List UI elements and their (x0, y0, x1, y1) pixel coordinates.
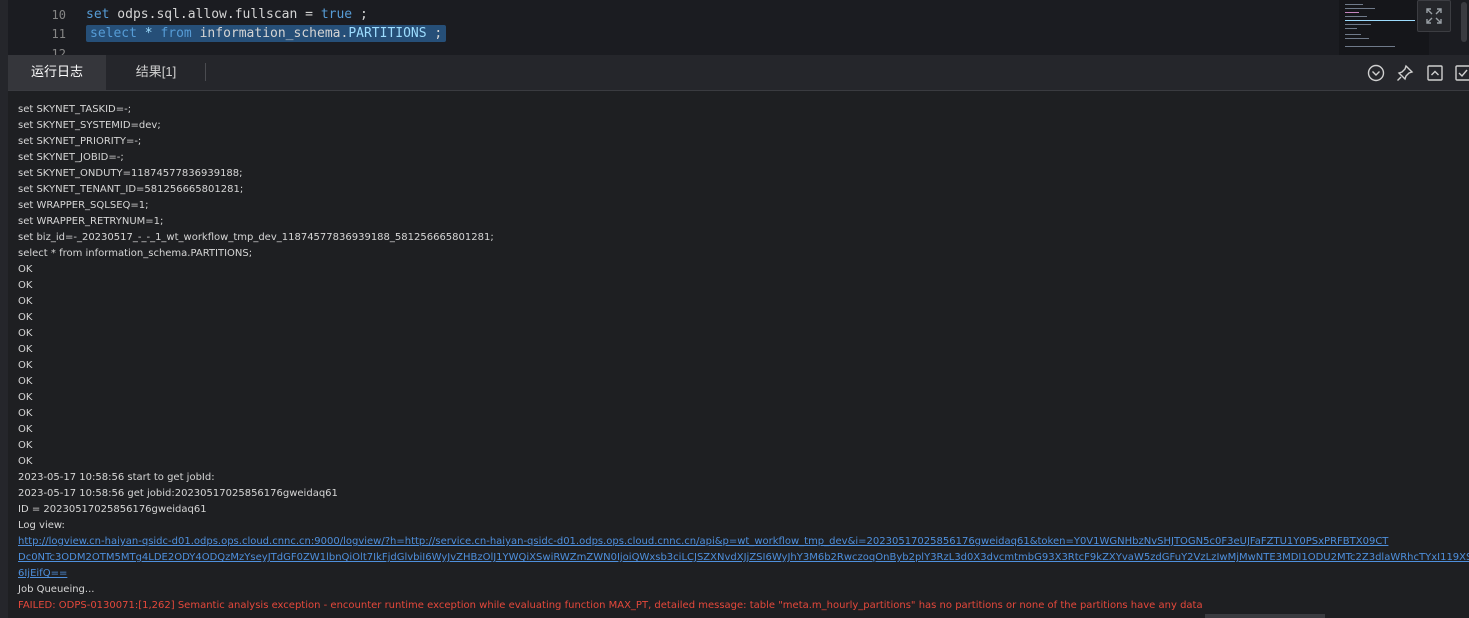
log-line: OK (18, 280, 33, 291)
log-horizontal-scrollbar[interactable] (1205, 614, 1325, 618)
log-line: set SKYNET_SYSTEMID=dev; (18, 120, 161, 131)
logview-link[interactable]: Dc0NTc3ODM2OTM5MTg4LDE2ODY4ODQzMzYseyJTd… (18, 550, 1469, 566)
log-line: set SKYNET_JOBID=-; (18, 152, 124, 163)
code-text-selected[interactable]: select * from information_schema.PARTITI… (86, 24, 447, 44)
dropdown-circle-icon[interactable] (1366, 63, 1386, 83)
editor-line-11[interactable]: 11 select * from information_schema.PART… (8, 24, 1469, 44)
check-box-icon[interactable] (1453, 63, 1469, 83)
line-number: 10 (51, 8, 66, 22)
log-line: ID = 20230517025856176gweidaq61 (18, 504, 207, 515)
tab-run-log[interactable]: 运行日志 (8, 55, 106, 90)
log-line: OK (18, 440, 33, 451)
log-line: set SKYNET_ONDUTY=11874577836939188; (18, 168, 243, 179)
log-line: Job Queueing... (18, 584, 95, 595)
run-log-panel[interactable]: set SKYNET_TASKID=-;set SKYNET_SYSTEMID=… (8, 92, 1469, 618)
logview-link[interactable]: http://logview.cn-haiyan-qsidc-d01.odps.… (18, 534, 1388, 550)
log-line: set WRAPPER_SQLSEQ=1; (18, 200, 149, 211)
log-line: set SKYNET_TENANT_ID=581256665801281; (18, 184, 244, 195)
line-number: 11 (51, 27, 66, 41)
logview-link[interactable]: 6IjEifQ== (18, 566, 67, 582)
fullscreen-icon (1426, 8, 1442, 24)
log-line: OK (18, 408, 33, 419)
editor-scrollbar[interactable] (1461, 2, 1467, 42)
log-line: set SKYNET_PRIORITY=-; (18, 136, 142, 147)
log-line: OK (18, 264, 33, 275)
left-gutter (0, 0, 8, 618)
log-line: set SKYNET_TASKID=-; (18, 104, 132, 115)
editor-line-12[interactable]: 12 (8, 44, 1469, 55)
fullscreen-button[interactable] (1417, 0, 1451, 32)
log-line: OK (18, 456, 33, 467)
log-line: 2023-05-17 10:58:56 get jobid:2023051702… (18, 488, 338, 499)
log-line: select * from information_schema.PARTITI… (18, 248, 253, 259)
editor-line-10[interactable]: 10 set odps.sql.allow.fullscan = true ; (8, 5, 1469, 25)
result-tabbar: 运行日志 结果[1] (8, 55, 1469, 91)
code-text[interactable]: set odps.sql.allow.fullscan = true ; (86, 5, 368, 25)
log-line: Log view: (18, 520, 65, 531)
error-message: FAILED: ODPS-0130071:[1,262] Semantic an… (18, 600, 1203, 611)
log-line: 2023-05-17 10:58:56 start to get jobId: (18, 472, 215, 483)
log-line: OK (18, 328, 33, 339)
log-line: set biz_id=-_20230517_-_-_1_wt_workflow_… (18, 232, 494, 243)
code-minimap[interactable] (1339, 0, 1429, 55)
log-line: set WRAPPER_RETRYNUM=1; (18, 216, 164, 227)
log-line: OK (18, 312, 33, 323)
sql-editor[interactable]: 10 set odps.sql.allow.fullscan = true ; … (8, 0, 1469, 55)
log-line: OK (18, 344, 33, 355)
tab-results[interactable]: 结果[1] (107, 55, 205, 90)
log-line: OK (18, 360, 33, 371)
log-line: OK (18, 392, 33, 403)
log-line: OK (18, 296, 33, 307)
collapse-up-icon[interactable] (1425, 63, 1445, 83)
log-line: OK (18, 376, 33, 387)
log-line: OK (18, 424, 33, 435)
tab-divider (205, 63, 206, 81)
line-number: 12 (51, 47, 66, 55)
pin-icon[interactable] (1395, 63, 1415, 83)
